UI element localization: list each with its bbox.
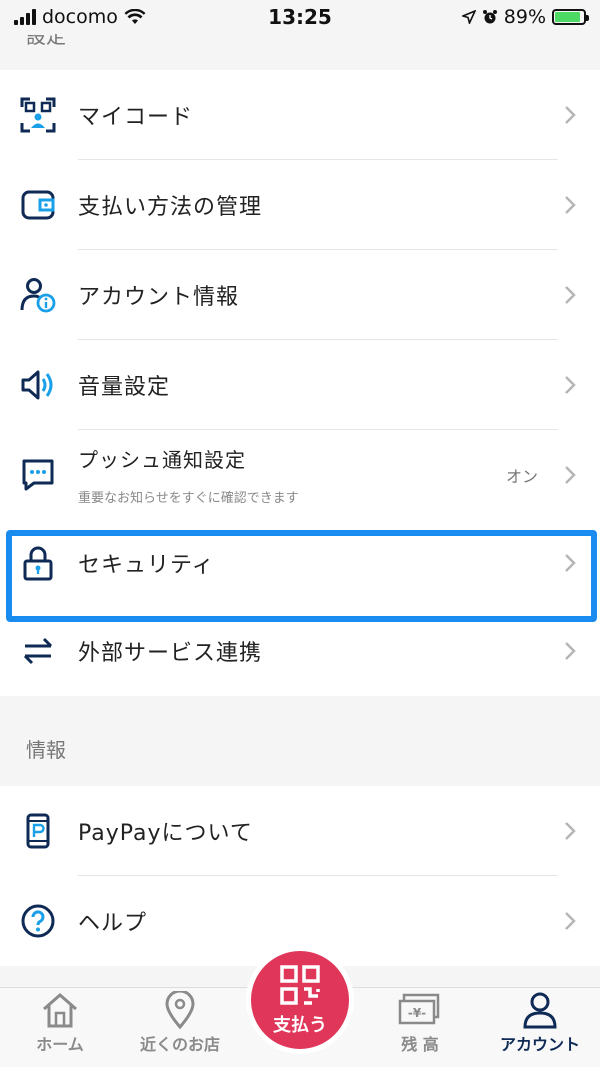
chevron-right-icon bbox=[565, 286, 576, 304]
account-info-icon bbox=[18, 275, 58, 315]
security-item[interactable]: セキュリティ bbox=[0, 520, 600, 606]
swap-arrows-icon bbox=[18, 631, 58, 671]
my-code-item[interactable]: マイコード bbox=[0, 70, 600, 160]
signal-icon bbox=[14, 9, 36, 25]
chevron-right-icon bbox=[565, 466, 576, 484]
pay-button-label: 支払う bbox=[273, 1015, 327, 1036]
battery-percent: 89% bbox=[503, 6, 546, 28]
push-settings-text: プッシュ通知設定 重要なお知らせをすぐに確認できます bbox=[78, 444, 299, 506]
chevron-right-icon bbox=[565, 106, 576, 124]
person-icon bbox=[523, 992, 557, 1028]
help-label: ヘルプ bbox=[78, 911, 148, 936]
push-settings-item[interactable]: プッシュ通知設定 重要なお知らせをすぐに確認できます オン bbox=[0, 430, 600, 520]
tab-account-label: アカウント bbox=[499, 1035, 580, 1054]
map-pin-icon bbox=[165, 990, 195, 1029]
tab-account[interactable]: アカウント bbox=[480, 988, 600, 1067]
account-info-item[interactable]: アカウント情報 bbox=[0, 250, 600, 340]
qr-person-icon bbox=[18, 95, 58, 135]
tab-nearby[interactable]: 近くのお店 bbox=[120, 988, 240, 1067]
svg-text:-¥-: -¥- bbox=[408, 1006, 426, 1020]
tab-home[interactable]: ホーム bbox=[0, 988, 120, 1067]
external-services-label: 外部サービス連携 bbox=[78, 641, 263, 666]
settings-list: マイコード 支払い方法の管理 アカウント情報 音量設定 プッシュ通知設定 重要な… bbox=[0, 70, 600, 696]
tab-nearby-label: 近くのお店 bbox=[139, 1035, 220, 1054]
location-icon bbox=[461, 10, 476, 24]
info-section-header: 情報 bbox=[0, 710, 600, 786]
info-list: PayPayについて ヘルプ bbox=[0, 786, 600, 966]
wifi-icon bbox=[124, 9, 146, 24]
account-info-label: アカウント情報 bbox=[78, 285, 240, 310]
money-icon: -¥- bbox=[398, 993, 440, 1024]
sound-settings-label: 音量設定 bbox=[78, 375, 171, 400]
push-settings-value: オン bbox=[505, 467, 538, 486]
status-left: docomo bbox=[14, 6, 146, 28]
home-icon bbox=[43, 992, 77, 1027]
alarm-icon bbox=[482, 10, 497, 24]
tab-balance[interactable]: -¥- 残 高 bbox=[360, 988, 480, 1067]
tab-balance-label: 残 高 bbox=[401, 1035, 439, 1054]
chevron-right-icon bbox=[565, 912, 576, 930]
battery-icon bbox=[552, 9, 589, 25]
chevron-right-icon bbox=[565, 822, 576, 840]
push-settings-sublabel: 重要なお知らせをすぐに確認できます bbox=[78, 491, 299, 506]
tab-home-label: ホーム bbox=[36, 1035, 84, 1054]
push-settings-label: プッシュ通知設定 bbox=[78, 448, 246, 472]
status-bar: docomo 13:25 89% bbox=[0, 0, 600, 34]
carrier-label: docomo bbox=[42, 6, 118, 28]
external-services-item[interactable]: 外部サービス連携 bbox=[0, 606, 600, 696]
phone-paypay-icon bbox=[18, 811, 58, 851]
chevron-right-icon bbox=[565, 196, 576, 214]
speaker-icon bbox=[18, 365, 58, 405]
about-paypay-label: PayPayについて bbox=[78, 821, 253, 846]
help-icon bbox=[18, 901, 58, 941]
pay-button[interactable]: 支払う bbox=[246, 946, 354, 1054]
about-paypay-item[interactable]: PayPayについて bbox=[0, 786, 600, 876]
lock-icon bbox=[18, 543, 58, 583]
chevron-right-icon bbox=[565, 554, 576, 572]
security-label: セキュリティ bbox=[78, 553, 215, 578]
payment-methods-label: 支払い方法の管理 bbox=[78, 195, 263, 220]
qr-code-icon bbox=[280, 965, 320, 1005]
my-code-label: マイコード bbox=[78, 105, 194, 130]
chevron-right-icon bbox=[565, 376, 576, 394]
sound-settings-item[interactable]: 音量設定 bbox=[0, 340, 600, 430]
info-header-label: 情報 bbox=[26, 737, 66, 762]
chat-bubble-icon bbox=[18, 455, 58, 495]
wallet-icon bbox=[18, 185, 58, 225]
payment-methods-item[interactable]: 支払い方法の管理 bbox=[0, 160, 600, 250]
status-right: 89% bbox=[461, 6, 589, 28]
chevron-right-icon bbox=[565, 642, 576, 660]
